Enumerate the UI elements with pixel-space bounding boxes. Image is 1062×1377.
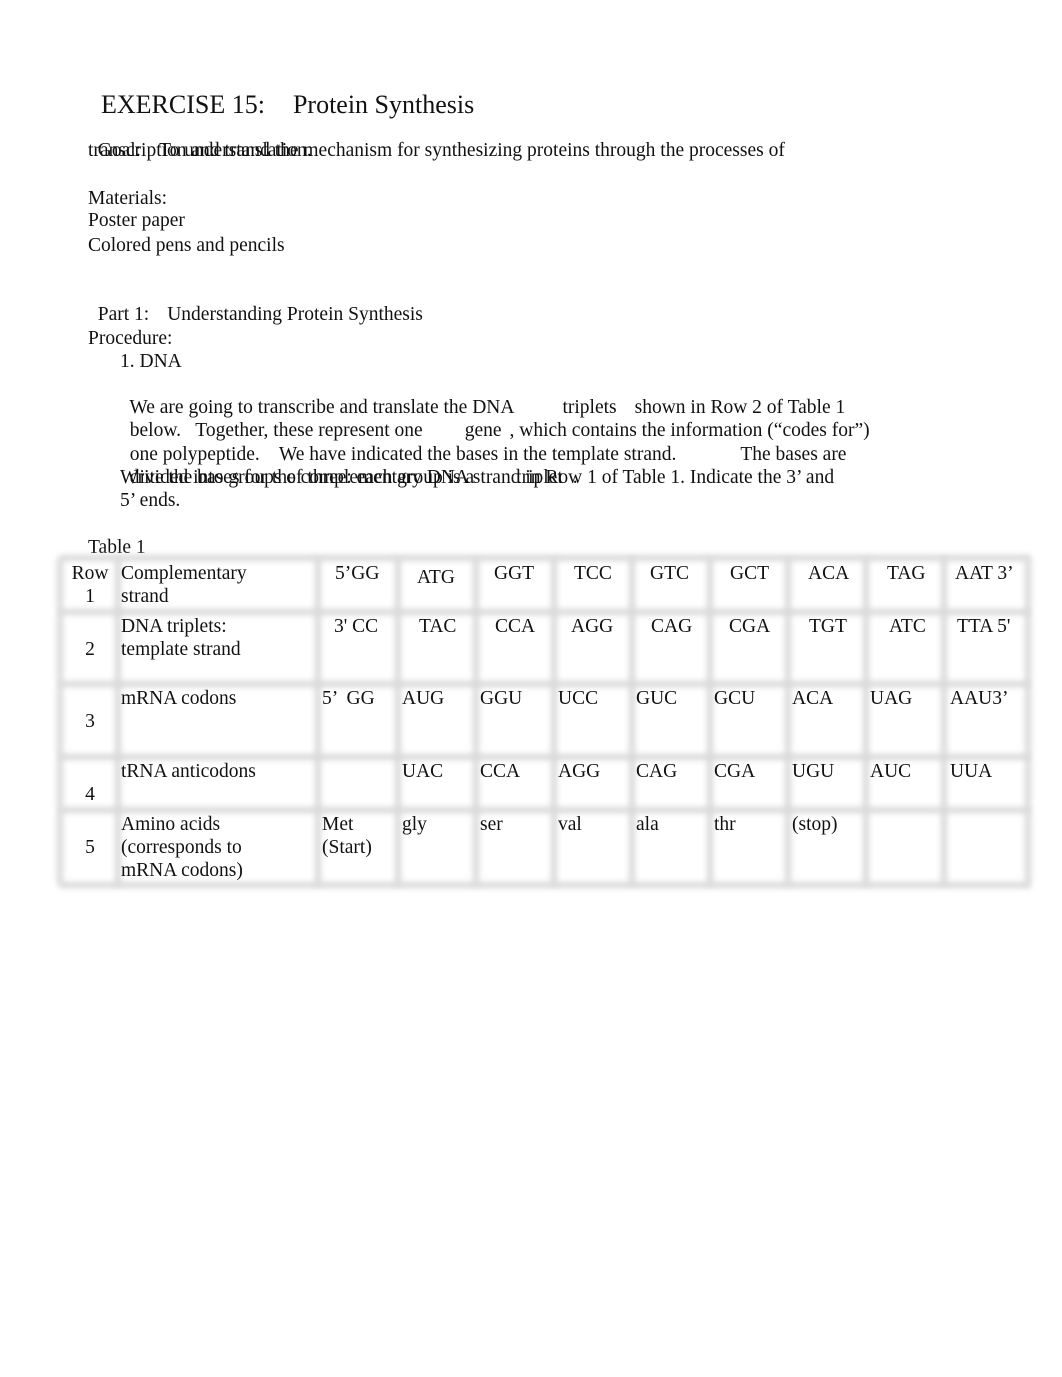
table-cell: CGA (729, 616, 771, 637)
table-cell: thr (714, 814, 736, 835)
table-cell: 5’ GG (322, 688, 375, 709)
table-grid-line (395, 558, 401, 885)
row-label: mRNA codons (121, 688, 237, 709)
table-cell: gly (402, 814, 427, 835)
table-cell: AAU3’ (950, 688, 1009, 709)
table-1: Row 1 Complementary strand 5’GG ATG GGT TC… (57, 555, 1031, 888)
table-cell: UAC (402, 761, 444, 782)
procedure-label: Procedure: (88, 328, 173, 349)
text-run: The bases are (740, 444, 847, 465)
table-cell: Met (Start) (322, 814, 372, 858)
material-item: Colored pens and pencils (88, 235, 285, 256)
table-cell: AUG (402, 688, 445, 709)
table-cell: GGU (480, 688, 523, 709)
row-label-line: (corresponds to (121, 837, 242, 858)
table-grid-line (473, 558, 479, 885)
table-cell: TAG (887, 563, 926, 584)
table-cell: val (558, 814, 582, 835)
table-cell: GCU (714, 688, 756, 709)
table-grid-line (707, 558, 713, 885)
row-label: tRNA anticodons (121, 761, 256, 782)
exercise-topic: Protein Synthesis (292, 90, 475, 119)
table-cell: TCC (574, 563, 612, 584)
table-cell: CCA (480, 761, 521, 782)
table-cell: GTC (650, 563, 689, 584)
table-cell: TTA 5' (957, 616, 1011, 637)
row-label-line: DNA triplets: (121, 616, 227, 637)
row-number-line: Row (71, 563, 109, 584)
table-cell: UCC (558, 688, 599, 709)
table-grid-line (551, 558, 557, 885)
material-item: Poster paper (88, 210, 185, 231)
table-cell: CCA (495, 616, 536, 637)
table-cell: UUA (950, 761, 993, 782)
row-number: 5 (85, 837, 95, 858)
table-cell: CGA (714, 761, 756, 782)
table-cell: AUC (870, 761, 912, 782)
procedure-line: Write the bases for the complementary DN… (120, 467, 835, 488)
table-cell: GUC (636, 688, 678, 709)
table-grid-line (60, 882, 1030, 888)
table-cell: ATC (889, 616, 926, 637)
table-cell: CAG (636, 761, 678, 782)
row-number: Row 1 (62, 562, 118, 608)
table-grid-line (315, 558, 321, 885)
table-cell: ATG (417, 567, 455, 588)
table-cell: ACA (792, 688, 834, 709)
table-cell: ACA (808, 563, 850, 584)
row-label-line: template strand (121, 639, 241, 660)
row-label: DNA triplets: template strand (121, 615, 241, 661)
row-label: Complementary strand (121, 562, 247, 608)
table-grid-line (60, 555, 1030, 561)
part-label: Part 1: (97, 304, 150, 325)
exercise-title: EXERCISE 15: Protein Synthesis (88, 60, 474, 120)
row-number: 4 (85, 784, 95, 805)
table-cell: 3' CC (334, 616, 379, 637)
table-cell: TAC (419, 616, 457, 637)
row-label-line: Complementary (121, 563, 247, 584)
table-cell: AAT 3’ (955, 563, 1014, 584)
row-label: Amino acids (corresponds to mRNA codons) (121, 813, 243, 882)
table-cell: UAG (870, 688, 913, 709)
table-cell: UGU (792, 761, 835, 782)
table-grid-line (629, 558, 635, 885)
exercise-number: EXERCISE 15: (101, 90, 265, 119)
table-cell: CAG (651, 616, 693, 637)
table-cell: AGG (558, 761, 601, 782)
materials-label: Materials: (88, 188, 168, 209)
table-cell: GGT (494, 563, 535, 584)
table-cell: (stop) (792, 814, 838, 835)
goal-line-2: transcription and translation. (88, 140, 312, 161)
table-grid-line (863, 558, 869, 885)
table-grid-line (785, 558, 791, 885)
part-heading: Part 1: Understanding Protein Synthesis (88, 280, 423, 326)
table-cell: GCT (730, 563, 769, 584)
row-number: 2 (85, 639, 95, 660)
table-grid-line (1025, 558, 1031, 885)
row-number: 3 (85, 711, 95, 732)
part-title: Understanding Protein Synthesis (167, 304, 423, 325)
row-number-line: 1 (85, 586, 95, 607)
procedure-line: 5’ ends. (120, 490, 181, 511)
table-cell: ser (480, 814, 503, 835)
table-grid-line (941, 558, 947, 885)
row-label-line: mRNA codons) (121, 860, 243, 881)
table-cell: 5’GG (335, 563, 380, 584)
table-cell: ala (636, 814, 659, 835)
row-label-line: strand (121, 586, 169, 607)
table-cell: AGG (571, 616, 614, 637)
step-heading: 1. DNA (120, 351, 182, 372)
row-label-line: Amino acids (121, 814, 221, 835)
table-cell: TGT (809, 616, 847, 637)
